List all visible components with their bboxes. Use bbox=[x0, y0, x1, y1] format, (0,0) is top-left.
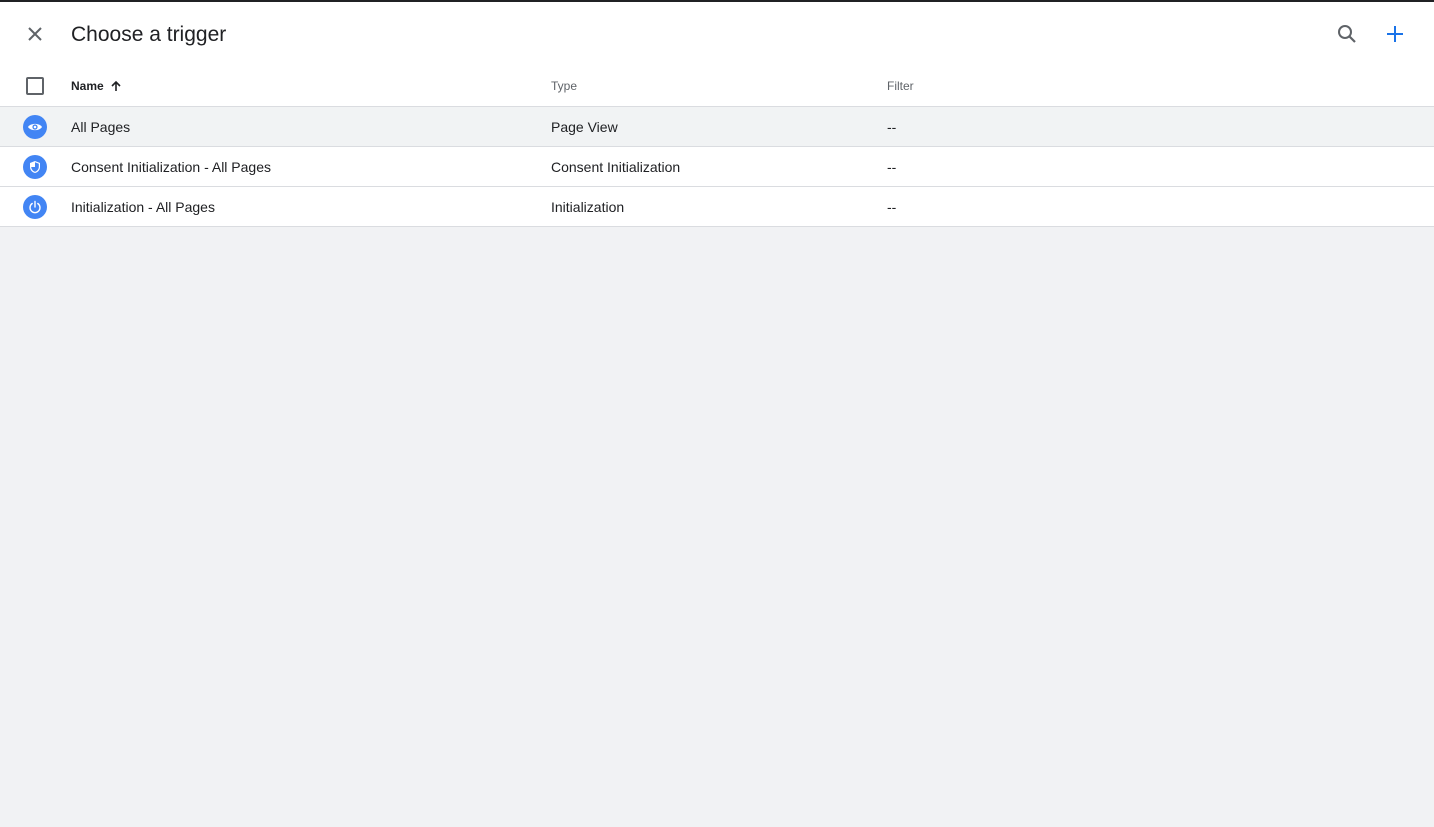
add-icon bbox=[1387, 26, 1403, 42]
table-row[interactable]: All Pages Page View -- bbox=[0, 107, 1434, 147]
eye-icon bbox=[23, 115, 47, 139]
add-trigger-button[interactable] bbox=[1381, 20, 1409, 48]
column-header-name[interactable]: Name bbox=[71, 79, 122, 93]
panel-header: Choose a trigger bbox=[0, 2, 1434, 66]
trigger-type: Consent Initialization bbox=[551, 159, 681, 175]
table-header: Name Type Filter bbox=[0, 66, 1434, 107]
table-row[interactable]: Initialization - All Pages Initializatio… bbox=[0, 187, 1434, 227]
search-button[interactable] bbox=[1333, 20, 1361, 48]
table-row[interactable]: Consent Initialization - All Pages Conse… bbox=[0, 147, 1434, 187]
trigger-type: Initialization bbox=[551, 199, 625, 215]
shield-icon bbox=[23, 155, 47, 179]
column-header-name-label: Name bbox=[71, 79, 104, 93]
arrow-up-icon bbox=[110, 80, 122, 92]
trigger-name: Consent Initialization - All Pages bbox=[71, 159, 271, 175]
trigger-filter: -- bbox=[887, 159, 897, 175]
trigger-filter: -- bbox=[887, 119, 897, 135]
close-icon bbox=[28, 27, 42, 41]
trigger-type: Page View bbox=[551, 119, 618, 135]
trigger-name: All Pages bbox=[71, 119, 131, 135]
trigger-filter: -- bbox=[887, 199, 897, 215]
page-title: Choose a trigger bbox=[71, 23, 227, 46]
column-header-type[interactable]: Type bbox=[551, 79, 577, 93]
trigger-chooser-panel: Choose a trigger Name Type Filter All Pa… bbox=[0, 2, 1434, 227]
power-icon bbox=[23, 195, 47, 219]
column-header-filter[interactable]: Filter bbox=[887, 79, 914, 93]
close-button[interactable] bbox=[21, 20, 49, 48]
trigger-name: Initialization - All Pages bbox=[71, 199, 215, 215]
search-icon bbox=[1338, 25, 1356, 43]
select-all-checkbox[interactable] bbox=[26, 77, 44, 95]
